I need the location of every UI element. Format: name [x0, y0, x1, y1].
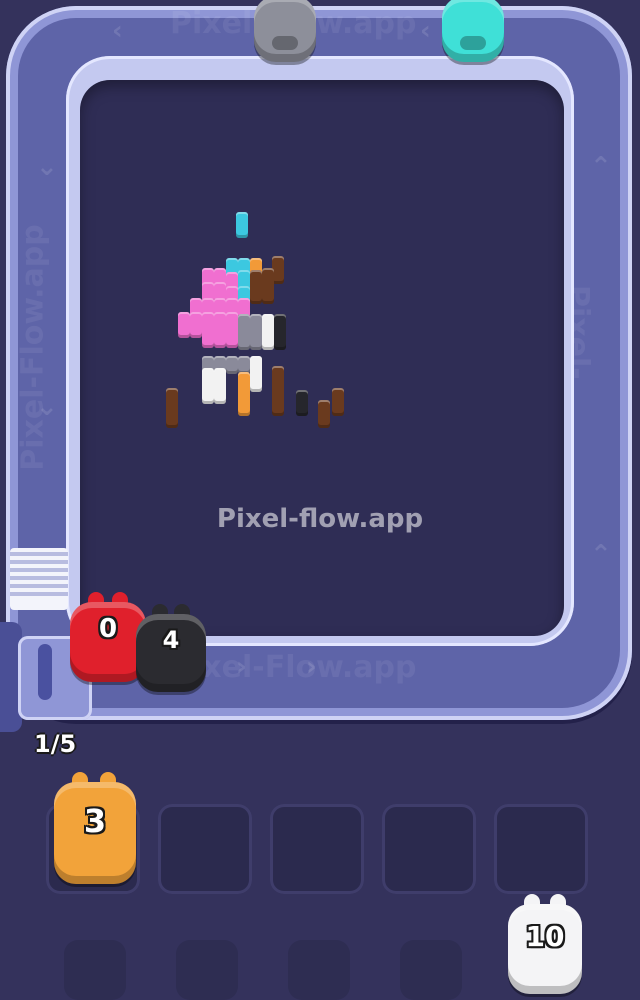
pixel-block: [272, 366, 284, 416]
chevron-up-icon: ⌃: [590, 540, 612, 570]
waiting-slot[interactable]: [382, 804, 476, 894]
pixel-block: [190, 312, 202, 338]
pig-number: 6: [442, 0, 504, 3]
pixel-block: [202, 368, 214, 404]
conveyor-pig-gray[interactable]: 9: [254, 0, 316, 62]
pig-number: 9: [254, 0, 316, 3]
pixel-block: [166, 388, 178, 428]
pig-number: 4: [162, 626, 180, 654]
pixel-block: [226, 356, 238, 374]
pig-ramp: [10, 548, 68, 610]
pig-body: [254, 0, 316, 62]
pig-snout: [460, 36, 486, 50]
waiting-slot[interactable]: [158, 804, 252, 894]
chevron-right-icon: ›: [236, 652, 247, 682]
chevron-down-icon: ⌄: [36, 392, 58, 422]
pixel-block: [238, 314, 250, 350]
pig-number: 0: [98, 614, 118, 644]
lane-watermark-bottom: Pixel-Flow.app: [170, 650, 417, 685]
pig-number: 3: [83, 802, 107, 840]
pixel-block: [214, 312, 226, 348]
chevron-left-icon: ‹: [420, 16, 431, 46]
conveyor-pig-black[interactable]: 4: [136, 604, 206, 692]
chevron-up-icon: ⌃: [590, 152, 612, 182]
pixel-block: [262, 268, 274, 304]
pig-snout: [272, 36, 298, 50]
chevron-left-icon: ‹: [112, 16, 123, 46]
pixel-block: [274, 314, 286, 350]
conveyor-pig-cyan[interactable]: 6: [442, 0, 504, 62]
lane-watermark-left: Pixel-Flow.app: [15, 224, 51, 471]
pixel-block: [238, 372, 250, 416]
launcher-counter: 1/5: [34, 730, 77, 758]
pixel-block: [262, 314, 274, 350]
pixel-block: [318, 400, 330, 428]
pixel-block: [250, 314, 262, 350]
waiting-slot[interactable]: [494, 804, 588, 894]
pixel-block: [250, 356, 262, 392]
launcher-slot: [38, 644, 52, 700]
pixel-block: [226, 312, 238, 348]
queue-pig-white[interactable]: 10: [508, 894, 582, 994]
queue-pig-orange[interactable]: 3: [54, 772, 136, 884]
queue-slot: [64, 940, 126, 1000]
queue-slot: [176, 940, 238, 1000]
watermark: Pixel-flow.app: [216, 504, 424, 534]
pixel-block: [214, 368, 226, 404]
chevron-right-icon: ›: [306, 652, 317, 682]
pixel-block: [296, 390, 308, 416]
chevron-down-icon: ⌄: [36, 152, 58, 182]
pixel-block: [250, 270, 262, 304]
pixel-block: [332, 388, 344, 416]
waiting-slot[interactable]: [270, 804, 364, 894]
queue-slot: [288, 940, 350, 1000]
pig-number: 10: [525, 920, 565, 953]
pig-body: [442, 0, 504, 62]
pixel-block: [178, 312, 190, 338]
game-board: [80, 80, 564, 636]
pixel-block: [236, 212, 248, 238]
conveyor-pig-red[interactable]: 0: [70, 592, 146, 682]
queue-slot: [400, 940, 462, 1000]
pixel-block: [202, 312, 214, 348]
